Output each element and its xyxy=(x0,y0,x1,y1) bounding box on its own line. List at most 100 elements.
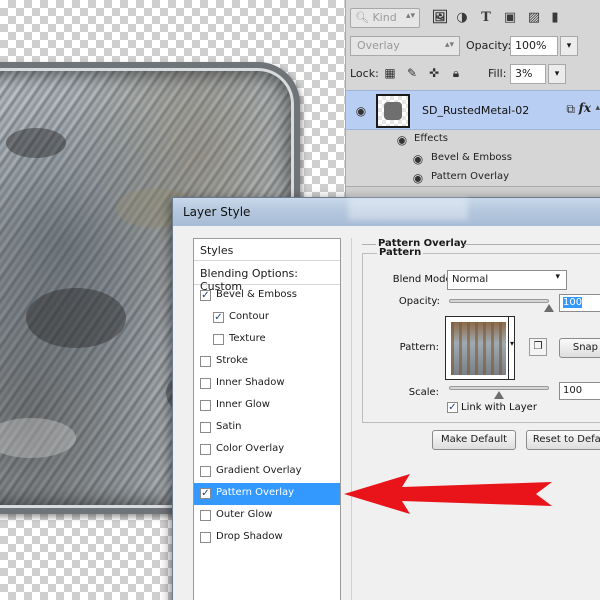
layer-fill-input[interactable]: 3% xyxy=(510,64,546,84)
type-layer-filter-icon[interactable]: T xyxy=(478,9,494,25)
layer-row[interactable]: ◉ SD_RustedMetal-02 ⧉ fx ▴ xyxy=(346,90,600,130)
style-item[interactable]: Outer Glow xyxy=(194,505,340,527)
style-item[interactable]: Satin xyxy=(194,417,340,439)
style-item[interactable]: Inner Shadow xyxy=(194,373,340,395)
blending-options-item[interactable]: Blending Options: Custom xyxy=(194,261,340,293)
layer-thumbnail[interactable] xyxy=(376,94,410,128)
style-item[interactable]: ✓ Bevel & Emboss xyxy=(194,285,340,307)
scale-slider-thumb[interactable] xyxy=(494,391,504,399)
reset-to-default-button[interactable]: Reset to Defau xyxy=(526,430,600,450)
style-item-label: Color Overlay xyxy=(216,443,285,454)
style-item-label: Satin xyxy=(216,421,242,432)
opacity-label: Opacity: xyxy=(466,39,512,52)
style-checkbox[interactable]: ✓ xyxy=(200,290,211,301)
style-item[interactable]: ✓ Contour xyxy=(194,307,340,329)
style-item[interactable]: Stroke xyxy=(194,351,340,373)
style-item-label: Pattern Overlay xyxy=(216,487,295,498)
scale-slider[interactable] xyxy=(449,386,549,390)
layer-effects-fx-icon[interactable]: fx xyxy=(579,101,591,115)
pattern-preview xyxy=(451,322,506,375)
lock-transparent-pixels-icon[interactable]: ▦ xyxy=(382,65,398,81)
new-preset-icon[interactable]: ❐ xyxy=(529,338,547,356)
pattern-opacity-input[interactable]: 100 xyxy=(559,294,600,312)
filter-toggle-icon[interactable]: ▮ xyxy=(550,9,560,25)
linked-smart-object-icon: ⧉ xyxy=(566,102,575,116)
layer-blend-mode-select[interactable]: Overlay ▴▾ xyxy=(350,36,460,56)
opacity-label: Opacity: xyxy=(398,296,440,307)
pattern-opacity-value: 100 xyxy=(563,297,583,308)
style-item-label: Stroke xyxy=(216,355,248,366)
adjustment-layer-filter-icon[interactable]: ◑ xyxy=(454,9,470,25)
lock-image-pixels-icon[interactable]: ✎ xyxy=(404,65,420,81)
layers-panel: 🔍︎ Kind ▴▾ 🖼︎ ◑ T ▣ ▨ ▮ Overlay ▴▾ Opaci… xyxy=(345,0,600,200)
snap-to-origin-button[interactable]: Snap t xyxy=(559,338,600,358)
styles-header[interactable]: Styles xyxy=(194,239,340,261)
smart-object-filter-icon[interactable]: ▨ xyxy=(526,9,542,25)
style-item[interactable]: Color Overlay xyxy=(194,439,340,461)
style-item-label: Texture xyxy=(229,333,266,344)
opacity-dropdown-button[interactable]: ▾ xyxy=(560,36,578,56)
visibility-eye-icon[interactable]: ◉ xyxy=(410,153,426,165)
style-checkbox[interactable] xyxy=(200,466,211,477)
pattern-blend-mode-select[interactable]: Normal ▾ xyxy=(447,270,567,290)
style-item[interactable]: Inner Glow xyxy=(194,395,340,417)
styles-header-label: Styles xyxy=(200,244,234,257)
style-item[interactable]: Texture xyxy=(194,329,340,351)
dialog-title: Layer Style xyxy=(183,205,251,219)
make-default-button[interactable]: Make Default xyxy=(432,430,516,450)
style-item[interactable]: Gradient Overlay xyxy=(194,461,340,483)
style-checkbox[interactable] xyxy=(200,510,211,521)
style-checkbox[interactable]: ✓ xyxy=(200,488,211,499)
style-item[interactable]: Drop Shadow xyxy=(194,527,340,549)
snap-button-label: Snap t xyxy=(572,342,600,353)
lock-label: Lock: xyxy=(350,67,379,80)
effects-label: Effects xyxy=(414,133,448,144)
style-checkbox[interactable]: ✓ xyxy=(213,312,224,323)
effects-group-row[interactable]: ◉ Effects xyxy=(346,130,600,149)
pixel-layer-filter-icon[interactable]: 🖼︎ xyxy=(432,9,449,25)
style-checkbox[interactable] xyxy=(200,422,211,433)
dialog-titlebar[interactable]: Layer Style xyxy=(173,198,600,226)
style-checkbox[interactable] xyxy=(200,532,211,543)
style-item-label: Bevel & Emboss xyxy=(216,289,297,300)
effect-row-bevel[interactable]: ◉ Bevel & Emboss xyxy=(346,149,600,168)
link-with-layer-label: Link with Layer xyxy=(461,402,537,413)
blend-mode-value: Overlay xyxy=(357,39,400,52)
visibility-eye-icon[interactable]: ◉ xyxy=(410,172,426,184)
link-with-layer-checkbox[interactable]: ✓ xyxy=(447,402,458,413)
shape-layer-filter-icon[interactable]: ▣ xyxy=(502,9,518,25)
layer-filter-kind-select[interactable]: 🔍︎ Kind ▴▾ xyxy=(350,8,420,28)
effect-label: Bevel & Emboss xyxy=(431,152,512,163)
visibility-eye-icon[interactable]: ◉ xyxy=(353,105,369,117)
style-checkbox[interactable] xyxy=(200,400,211,411)
lock-all-icon[interactable]: 🔒︎ xyxy=(448,65,464,81)
metal-texture-spot xyxy=(0,418,76,458)
arrow-shape xyxy=(344,474,552,514)
style-checkbox[interactable] xyxy=(213,334,224,345)
opacity-slider[interactable] xyxy=(449,299,549,303)
style-checkbox[interactable] xyxy=(200,444,211,455)
pattern-scale-input[interactable]: 100 xyxy=(559,382,600,400)
opacity-slider-thumb[interactable] xyxy=(544,304,554,312)
make-default-label: Make Default xyxy=(440,434,508,445)
chevron-down-icon: ▴▾ xyxy=(444,40,454,50)
fill-value: 3% xyxy=(515,67,533,80)
layer-opacity-input[interactable]: 100% xyxy=(510,36,558,56)
layer-name[interactable]: SD_RustedMetal-02 xyxy=(422,104,529,117)
effect-label: Pattern Overlay xyxy=(431,171,510,182)
chevron-down-icon: ▾ xyxy=(555,272,560,282)
visibility-eye-icon[interactable]: ◉ xyxy=(394,134,410,146)
style-item[interactable]: ✓ Pattern Overlay xyxy=(194,483,340,505)
collapse-effects-icon[interactable]: ▴ xyxy=(595,103,600,113)
style-checkbox[interactable] xyxy=(200,356,211,367)
chevron-down-icon: ▴▾ xyxy=(405,11,415,21)
lock-position-icon[interactable]: ✜ xyxy=(426,65,442,81)
reset-default-label: Reset to Defau xyxy=(532,434,600,445)
style-checkbox[interactable] xyxy=(200,378,211,389)
effect-row-pattern-overlay[interactable]: ◉ Pattern Overlay xyxy=(346,168,600,187)
opacity-value: 100% xyxy=(515,39,547,52)
pattern-picker[interactable]: ▾ xyxy=(445,316,515,380)
fill-dropdown-button[interactable]: ▾ xyxy=(548,64,566,84)
kind-label: Kind xyxy=(372,11,397,24)
filter-search-icon: 🔍︎ xyxy=(355,11,369,24)
